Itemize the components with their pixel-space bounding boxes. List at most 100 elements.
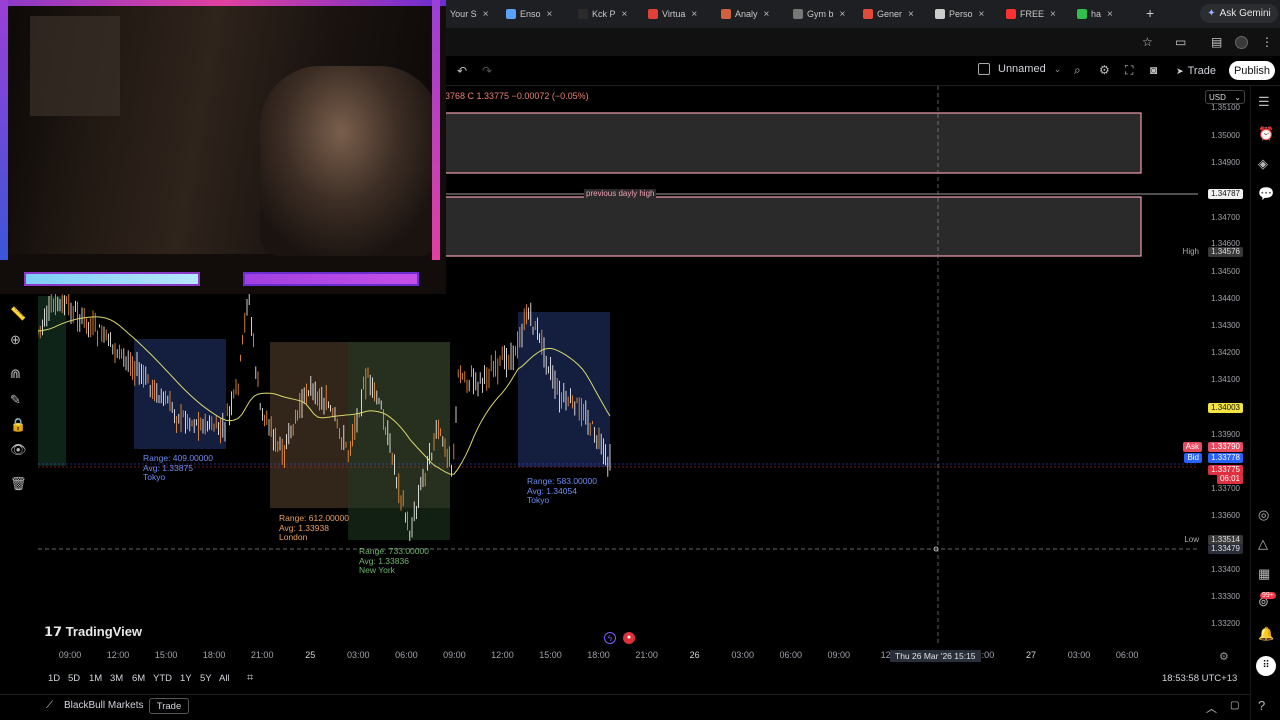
notification-badge: 99+ <box>1260 592 1276 599</box>
range-button-5d[interactable]: 5D <box>68 673 80 684</box>
price-axis[interactable]: 1.35100 1.35000 1.34900 1.34700 1.34600 1.345… <box>1183 86 1246 646</box>
layout-selector[interactable]: Unnamed ⌄ <box>978 63 1061 75</box>
cursor-price-label: 1.33479 <box>1208 544 1243 554</box>
lightning-icon[interactable]: ϟ <box>604 632 616 644</box>
publish-button[interactable]: Publish <box>1229 61 1275 80</box>
time-axis[interactable]: 09:00 12:00 15:00 18:00 21:00 25 03:00 06:00 09:… <box>38 648 1198 664</box>
webcam-frame-left <box>0 0 8 260</box>
close-tab-icon[interactable]: × <box>547 9 553 20</box>
layout-name: Unnamed <box>998 63 1046 75</box>
time-tick: 03:00 <box>1067 650 1091 660</box>
trade-button[interactable]: ➤ Trade <box>1170 62 1222 80</box>
clock-readout[interactable]: 18:53:58 UTC+13 <box>1162 673 1237 684</box>
profile-avatar[interactable] <box>1235 36 1248 49</box>
time-tick: 12:00 <box>106 650 130 660</box>
ruler-icon[interactable]: 📏 <box>10 306 26 322</box>
london-stats: Range: 612.00000 Avg: 1.33938 London <box>279 513 349 543</box>
grid-apps-icon[interactable]: ⠿ <box>1256 656 1276 676</box>
layers-icon[interactable]: ◈ <box>1258 156 1268 172</box>
close-tab-icon[interactable]: × <box>622 9 628 20</box>
target-icon[interactable]: ◎ <box>1258 507 1269 523</box>
calendar-icon[interactable]: ▦ <box>1258 566 1270 582</box>
chat-icon[interactable]: 💬 <box>1258 186 1274 202</box>
tab-favicon-icon <box>1077 9 1087 19</box>
browser-tab[interactable]: Analy × <box>721 4 769 24</box>
browser-tab[interactable]: Enso × <box>506 4 552 24</box>
eye-icon[interactable]: 👁 <box>10 442 27 458</box>
settings-gear-icon[interactable]: ⚙ <box>1099 63 1110 77</box>
browser-tab[interactable]: FREE × <box>1006 4 1056 24</box>
browser-menu-icon[interactable]: ⋮ <box>1261 35 1273 49</box>
browser-tab[interactable]: Gym b × <box>793 4 845 24</box>
price-tick: 1.33600 <box>1211 511 1240 520</box>
bookmark-star-icon[interactable]: ☆ <box>1142 35 1153 49</box>
time-tick: 06:00 <box>1115 650 1139 660</box>
range-button-6m[interactable]: 6M <box>132 673 145 684</box>
broker-name[interactable]: BlackBull Markets <box>64 700 143 711</box>
browser-tab[interactable]: Gener × <box>863 4 914 24</box>
trash-icon[interactable]: 🗑 <box>10 476 27 492</box>
record-icon[interactable]: ● <box>623 632 635 644</box>
range-button-all[interactable]: All <box>219 673 230 684</box>
range-button-1y[interactable]: 1Y <box>180 673 192 684</box>
tokyo-2-name: Tokyo <box>527 495 550 505</box>
browser-tab[interactable]: Kck P × <box>578 4 627 24</box>
pencil-lock-icon[interactable]: ✎ <box>10 392 21 408</box>
extensions-icon[interactable]: ▤ <box>1211 35 1222 49</box>
tab-favicon-icon <box>935 9 945 19</box>
chevron-down-icon: ⌄ <box>1053 63 1062 74</box>
maximize-icon[interactable]: ▢ <box>1230 700 1239 711</box>
ask-gemini-button[interactable]: ✦ Ask Gemini <box>1200 4 1278 23</box>
time-tick: 12:00 <box>491 650 514 660</box>
price-tick: 1.33200 <box>1211 619 1240 628</box>
tab-favicon-icon <box>1006 9 1016 19</box>
lock-icon[interactable]: 🔒 <box>10 417 26 433</box>
close-tab-icon[interactable]: × <box>840 9 846 20</box>
webcam-video <box>10 6 440 256</box>
new-tab-icon[interactable]: + <box>1146 5 1154 21</box>
camera-icon[interactable]: ◙ <box>1150 63 1157 77</box>
close-tab-icon[interactable]: × <box>979 9 985 20</box>
close-tab-icon[interactable]: × <box>908 9 914 20</box>
time-tick: 09:00 <box>827 650 851 660</box>
close-tab-icon[interactable]: × <box>1107 9 1113 20</box>
sparkle-icon: ✦ <box>1207 8 1216 19</box>
range-button-1m[interactable]: 1M <box>89 673 102 684</box>
collapse-up-icon[interactable]: ︿ <box>1206 700 1217 716</box>
date-range-icon[interactable]: ⌗ <box>247 672 253 685</box>
range-button-1d[interactable]: 1D <box>48 673 60 684</box>
zoom-in-icon[interactable]: ⊕ <box>10 332 21 348</box>
range-button-5y[interactable]: 5Y <box>200 673 212 684</box>
trade-button-label: Trade <box>1187 65 1216 77</box>
tokyo-1-name: Tokyo <box>143 472 166 482</box>
pyramid-icon[interactable]: △ <box>1258 536 1268 552</box>
magnet-icon[interactable]: ⋒ <box>10 366 21 382</box>
browser-tab[interactable]: Perso × <box>935 4 984 24</box>
close-tab-icon[interactable]: × <box>1050 9 1056 20</box>
close-tab-icon[interactable]: × <box>764 9 770 20</box>
close-tab-icon[interactable]: × <box>691 9 697 20</box>
broker-logo-icon: ⟋ <box>46 700 53 711</box>
browser-tab[interactable]: ha × <box>1077 4 1113 24</box>
alerts-clock-icon[interactable]: ⏰ <box>1258 126 1274 142</box>
reader-icon[interactable]: ▭ <box>1175 35 1186 49</box>
tab-title: Gym b <box>807 9 834 19</box>
price-tick: 1.35000 <box>1211 131 1240 140</box>
close-tab-icon[interactable]: × <box>483 9 489 20</box>
prev-high-annotation: previous dayly high <box>584 189 657 198</box>
axis-settings-icon[interactable]: ⚙ <box>1219 650 1229 663</box>
fullscreen-icon[interactable]: ⛶ <box>1125 63 1133 78</box>
help-icon[interactable]: ? <box>1258 698 1265 713</box>
tab-title: FREE <box>1020 9 1045 19</box>
undo-icon[interactable]: ↶ <box>457 64 467 78</box>
footer-trade-button[interactable]: Trade <box>149 698 189 714</box>
layout-checkbox[interactable] <box>978 63 990 75</box>
bell-icon[interactable]: 🔔 <box>1258 626 1274 642</box>
redo-icon[interactable]: ↷ <box>482 64 492 78</box>
range-button-ytd[interactable]: YTD <box>153 673 172 684</box>
search-icon[interactable]: ⌕ <box>1074 63 1081 78</box>
watchlist-icon[interactable]: ☰ <box>1258 94 1270 110</box>
webcam-bar-left <box>24 272 200 286</box>
browser-tab[interactable]: Virtua × <box>648 4 697 24</box>
range-button-3m[interactable]: 3M <box>110 673 123 684</box>
